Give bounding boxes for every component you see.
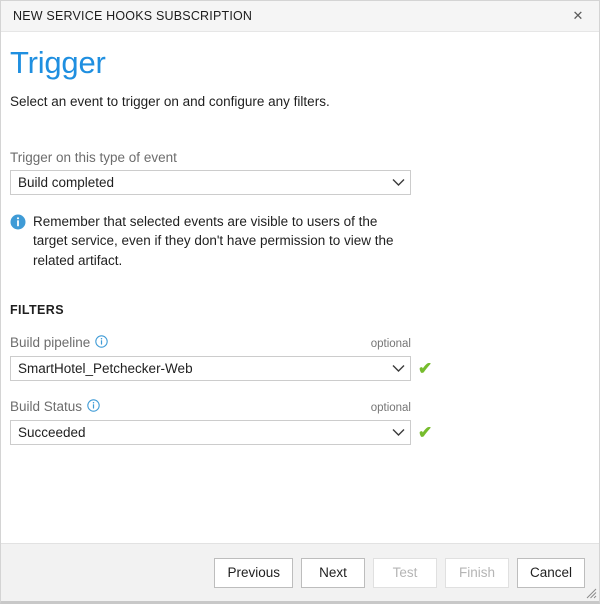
event-type-value: Build completed [18, 174, 115, 190]
info-circle-filled-icon [10, 214, 26, 271]
event-type-select[interactable]: Build completed [10, 169, 411, 195]
info-message: Remember that selected events are visibl… [33, 213, 394, 269]
info-banner: Remember that selected events are visibl… [10, 212, 410, 271]
chevron-down-icon [386, 428, 410, 437]
build-pipeline-row: SmartHotel_Petchecker-Web ✔ [10, 355, 590, 381]
build-pipeline-select[interactable]: SmartHotel_Petchecker-Web [10, 355, 411, 381]
dialog-content: Trigger Select an event to trigger on an… [1, 45, 599, 558]
build-status-optional-tag: optional [370, 402, 411, 415]
page-title: Trigger [10, 45, 106, 80]
build-status-label-group: Build Status [10, 399, 100, 415]
build-pipeline-valid-check-icon: ✔ [418, 358, 433, 378]
new-service-hooks-subscription-dialog: NEW SERVICE HOOKS SUBSCRIPTION ✕ Trigger… [0, 0, 600, 604]
page-subtitle: Select an event to trigger on and config… [10, 93, 330, 109]
build-status-label: Build Status [10, 399, 83, 415]
info-circle-outline-icon[interactable] [87, 399, 100, 415]
chevron-down-icon [386, 178, 410, 187]
event-type-label: Trigger on this type of event [10, 149, 177, 165]
event-type-row: Build completed [10, 169, 590, 195]
build-status-valid-check-icon: ✔ [418, 422, 433, 442]
build-pipeline-label-group: Build pipeline [10, 335, 109, 351]
build-status-row: Succeeded ✔ [10, 419, 590, 445]
close-icon[interactable]: ✕ [557, 1, 599, 31]
build-status-select[interactable]: Succeeded [10, 419, 411, 445]
build-pipeline-label-row: Build pipeline optional [10, 335, 411, 351]
chevron-down-icon [386, 364, 410, 373]
build-status-label-row: Build Status optional [10, 399, 411, 415]
build-pipeline-value: SmartHotel_Petchecker-Web [18, 360, 193, 376]
finish-button: Finish [444, 557, 509, 588]
test-button: Test [372, 557, 437, 588]
dialog-titlebar: NEW SERVICE HOOKS SUBSCRIPTION ✕ [1, 1, 599, 32]
cancel-button[interactable]: Cancel [516, 557, 585, 588]
build-pipeline-label: Build pipeline [10, 335, 91, 351]
filters-heading: FILTERS [10, 302, 64, 317]
build-pipeline-optional-tag: optional [370, 338, 411, 351]
dialog-title: NEW SERVICE HOOKS SUBSCRIPTION [13, 9, 253, 23]
next-button[interactable]: Next [300, 557, 365, 588]
info-circle-outline-icon[interactable] [95, 335, 109, 351]
build-status-value: Succeeded [18, 424, 86, 440]
dialog-footer: Previous Next Test Finish Cancel [1, 543, 599, 601]
previous-button[interactable]: Previous [214, 557, 293, 588]
